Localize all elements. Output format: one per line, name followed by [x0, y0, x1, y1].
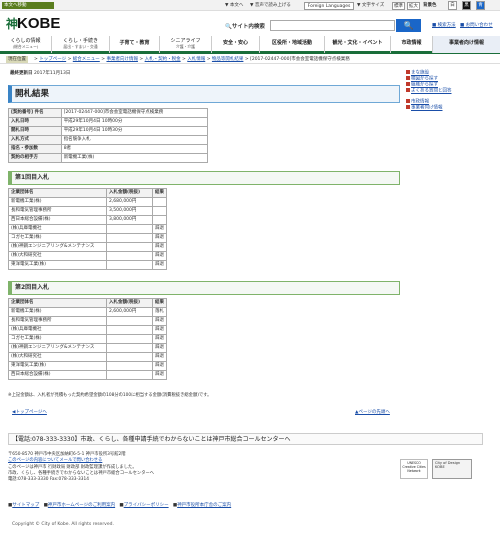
- breadcrumb-item[interactable]: 入札情報: [187, 57, 205, 62]
- bullet-icon: [406, 99, 410, 103]
- last-updated: 最終更新日 2017年11月13日: [10, 71, 71, 76]
- breadcrumb-current: [2017-02447-000]市会会室電話機保守点検業務: [250, 57, 350, 62]
- search-icon: 🔍: [225, 24, 232, 30]
- table-row: 指名・参加数 8者: [8, 144, 209, 154]
- nav-safety[interactable]: 安全・安心: [212, 36, 260, 53]
- breadcrumb-here-label: 現在位置: [6, 56, 28, 63]
- round1-heading: 第1回目入札: [8, 171, 400, 185]
- bullet-icon: [406, 88, 410, 92]
- table-row: (株)神鋼エンジニアリング&メンテナンス 辞退: [8, 242, 167, 252]
- footer-link-cityhall[interactable]: 神戸市役所本庁舎のご案内: [177, 503, 231, 508]
- side-link[interactable]: 検図から探す: [411, 77, 438, 82]
- bg-color-label: 背景色: [423, 3, 437, 8]
- kobe-logo-icon[interactable]: 神: [6, 18, 18, 30]
- footer-link-usage[interactable]: 神戸市ホームページのご利用案内: [48, 503, 115, 508]
- back-to-top-page-link[interactable]: ◀トップページへ: [12, 409, 47, 415]
- kana-link[interactable]: ▼ 本文へ: [225, 2, 243, 9]
- table-row: 契約の相手方 新電機工業(株): [8, 153, 209, 163]
- page-title: 開札結果: [8, 85, 400, 103]
- table-row: (株)兵庫電機社 辞退: [8, 224, 167, 234]
- foreign-languages-button[interactable]: Foreign Languages: [304, 1, 354, 10]
- table-row: 新電機工業(株) 2,680,000円: [8, 197, 167, 207]
- bg-blue-button[interactable]: 青: [476, 1, 485, 10]
- table-row: コガセ工業(株) 辞退: [8, 334, 167, 344]
- bullet-icon: [406, 105, 410, 109]
- nav-ward-office[interactable]: 区役所・地域活動: [260, 36, 325, 53]
- table-row: 長和電気管理事務所 辞退: [8, 316, 167, 326]
- nav-city-info[interactable]: 市政情報: [391, 36, 433, 53]
- table-row: 東洋電気工業(株) 辞退: [8, 361, 167, 371]
- search-input[interactable]: [270, 20, 395, 31]
- side-link[interactable]: よくある質問と回答: [411, 89, 452, 94]
- copyright: Copyright © City of Kobe. All rights res…: [12, 522, 114, 527]
- mail-inquiry-link[interactable]: このページの内容についてメールで問い合わせる: [8, 458, 102, 463]
- price-note: ※上記金額は、入札者が見積もった契約希望金額の108分の100に相当する金額(消…: [8, 393, 212, 398]
- font-standard-button[interactable]: 標準: [392, 1, 405, 10]
- bg-white-button[interactable]: 白: [448, 1, 457, 10]
- nav-business-info[interactable]: 事業者向け情報: [433, 36, 500, 53]
- footer-link-sitemap[interactable]: サイトマップ: [12, 503, 39, 508]
- call-center-banner[interactable]: 【電話:078-333-3330】市政、くらし、各種申請手続でわからないことは神…: [8, 433, 483, 445]
- table-row: 入札方式 指名競争入札: [8, 135, 209, 145]
- contact-link[interactable]: ■ お問い合わせ: [460, 22, 493, 28]
- table-row: 東洋電気工業(株) 辞退: [8, 260, 167, 270]
- round2-table: 企業団体名 入札金額(税抜) 結果 新電機工業(株) 2,600,000円 落札 長和電…: [8, 298, 167, 380]
- table-row: 西日本総合設備(株) 3,800,000円: [8, 215, 167, 225]
- table-row: [契約番号] 件名 [2017-02447-000]市会会室電話機保守点検業務: [8, 108, 209, 118]
- site-search-label: 🔍サイト内検索: [225, 24, 265, 30]
- side-link[interactable]: 組織から探す: [411, 83, 438, 88]
- side-link[interactable]: 事業者向け情報: [411, 106, 443, 111]
- round2-heading: 第2回目入札: [8, 281, 400, 295]
- contract-info-table: [契約番号] 件名 [2017-02447-000]市会会室電話機保守点検業務 入…: [8, 108, 209, 163]
- skip-to-content-link[interactable]: 本文へ移動: [2, 2, 54, 9]
- bullet-icon: [406, 70, 410, 74]
- table-row: 入札日時 平成29年10月4日 10時00分: [8, 117, 209, 127]
- round1-table: 企業団体名 入札金額(税抜) 結果 新電機工業(株) 2,680,000円 長和電気管…: [8, 188, 167, 270]
- font-larger-button[interactable]: 拡大: [407, 1, 420, 10]
- table-row: 長和電気管理事務所 3,500,000円: [8, 206, 167, 216]
- unesco-logo: UNESCO Creative Cities Network: [400, 459, 428, 479]
- search-help-link[interactable]: ■ 検索方法: [432, 22, 456, 28]
- side-link[interactable]: まな施設: [411, 71, 429, 76]
- nav-procedures[interactable]: くらし・手続き 届出・すまい・交通: [52, 36, 110, 53]
- city-of-design-logo: City of Design KOBE: [432, 459, 472, 479]
- table-row: 新電機工業(株) 2,600,000円 落札: [8, 307, 167, 317]
- footer-links: ■サイトマップ ■神戸市ホームページのご利用案内 ■プライバシーポリシー ■神戸…: [8, 502, 231, 508]
- table-row: (株)大和研究社 辞退: [8, 251, 167, 261]
- table-row: (株)兵庫電機社 辞退: [8, 325, 167, 335]
- breadcrumb-item[interactable]: 総合メニュー: [73, 57, 100, 62]
- nav-childcare[interactable]: 子育て・教育: [110, 36, 160, 53]
- table-row: 開札日時 平成29年10月4日 10時30分: [8, 126, 209, 136]
- nav-tourism[interactable]: 観光・文化・イベント: [325, 36, 391, 53]
- side-nav: まな施設 検図から探す 組織から探す よくある質問と回答 市政情報 事業者向け情…: [406, 70, 476, 111]
- breadcrumb-item[interactable]: 入札・契約・税金: [145, 57, 181, 62]
- nav-senior[interactable]: シニアライフ 介護・介護: [160, 36, 212, 53]
- bg-black-button[interactable]: 黒: [462, 1, 471, 10]
- font-size-label: ▼ 文字サイズ: [357, 3, 385, 8]
- breadcrumb-item[interactable]: 事業者向け情報: [106, 57, 138, 62]
- breadcrumb-item[interactable]: 物品等開札結果: [212, 57, 244, 62]
- kobe-logo[interactable]: KOBE: [17, 16, 60, 32]
- table-row: (株)大和研究社 辞退: [8, 352, 167, 362]
- footer-link-privacy[interactable]: プライバシーポリシー: [124, 503, 169, 508]
- breadcrumb-item[interactable]: トップページ: [39, 57, 66, 62]
- search-button[interactable]: 🔍: [396, 19, 421, 32]
- table-row: 西日本総合設備(株) 辞退: [8, 370, 167, 380]
- read-aloud-link[interactable]: ▼ 音声で読み上げる: [250, 2, 291, 9]
- page-top-link[interactable]: ▲ページの先頭へ: [355, 409, 390, 415]
- bullet-icon: [406, 82, 410, 86]
- table-row: コガセ工業(株) 辞退: [8, 233, 167, 243]
- breadcrumb-list: > トップページ > 総合メニュー > 事業者向け情報 > 入札・契約・税金 >…: [34, 57, 350, 62]
- bullet-icon: [406, 76, 410, 80]
- side-link[interactable]: 市政情報: [411, 100, 429, 105]
- nav-kurashi-info[interactable]: くらしの情報 (総合メニュー): [0, 36, 52, 53]
- table-row: (株)神鋼エンジニアリング&メンテナンス 辞退: [8, 343, 167, 353]
